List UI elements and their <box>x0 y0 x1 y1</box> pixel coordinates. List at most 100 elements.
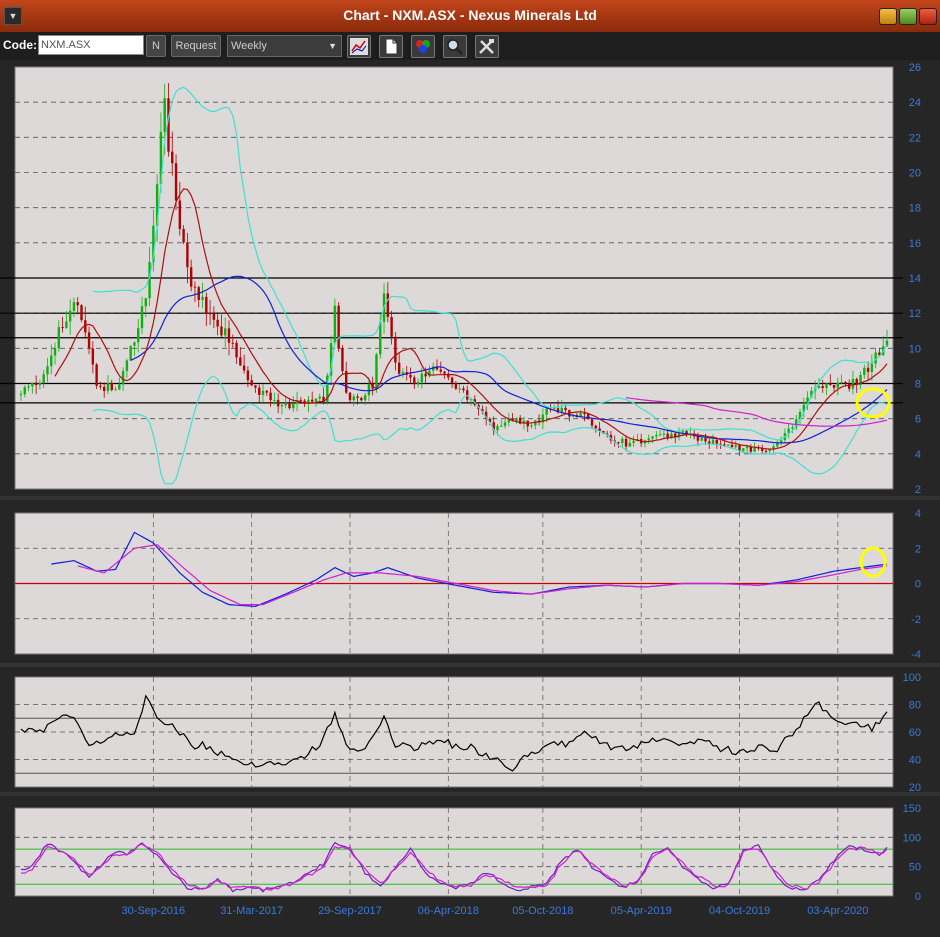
y-tick-label: 4 <box>915 449 921 461</box>
y-tick-label: 8 <box>915 379 921 391</box>
candle-body <box>27 386 30 388</box>
candle-body <box>201 296 204 301</box>
candle-body <box>208 313 212 315</box>
candle-body <box>764 450 768 452</box>
candle-body <box>239 357 242 366</box>
candle-body <box>171 151 174 164</box>
candle-body <box>224 328 227 336</box>
candle-body <box>31 382 34 387</box>
candle-body <box>72 302 76 311</box>
candle-body <box>420 373 424 383</box>
candle-body <box>745 446 749 449</box>
price-panel[interactable]: 2468101214161820222426 <box>0 62 921 496</box>
candle-body <box>61 327 64 329</box>
candle-body <box>50 355 53 367</box>
candle-body <box>99 385 102 387</box>
candle-body <box>273 399 276 401</box>
candle-body <box>530 425 533 427</box>
candle-body <box>284 402 287 406</box>
candle-body <box>662 433 666 435</box>
candle-body <box>779 440 783 443</box>
candle-body <box>632 440 635 443</box>
candle-body <box>379 321 382 355</box>
candle-body <box>375 354 378 389</box>
candle-body <box>496 426 499 431</box>
y-tick-label: 2 <box>915 484 921 496</box>
candle-body <box>587 413 590 420</box>
candle-body <box>829 383 832 385</box>
candle-body <box>19 394 23 396</box>
candle-body <box>292 403 295 409</box>
candle-body <box>700 438 703 441</box>
candle-body <box>825 383 828 388</box>
candle-body <box>594 425 598 429</box>
candle-body <box>258 387 261 395</box>
panel-splitter[interactable] <box>0 496 940 500</box>
macd-panel[interactable]: 4 2 0 -2 -4 <box>14 508 921 661</box>
y-tick-label: -2 <box>911 614 921 626</box>
candle-body <box>624 438 628 447</box>
candle-body <box>231 342 234 344</box>
x-tick-label: 05-Oct-2018 <box>512 905 573 917</box>
candle-body <box>42 374 45 383</box>
candle-body <box>34 382 38 386</box>
candle-body <box>299 400 303 402</box>
candle-body <box>57 327 61 349</box>
candle-body <box>844 381 847 384</box>
rsi-panel[interactable]: 10080604020 <box>14 672 921 794</box>
y-tick-label: 10 <box>909 343 921 355</box>
y-tick-label: 60 <box>909 727 921 739</box>
candle-body <box>352 396 355 401</box>
candle-body <box>205 296 208 314</box>
candle-body <box>386 293 390 318</box>
candle-body <box>337 305 340 349</box>
candle-body <box>348 392 352 401</box>
x-tick-label: 29-Sep-2017 <box>318 905 382 917</box>
y-tick-label: 100 <box>903 672 921 684</box>
candle-body <box>367 384 371 396</box>
candle-body <box>250 380 253 386</box>
candle-body <box>409 374 412 378</box>
panel-splitter[interactable] <box>0 663 940 667</box>
x-tick-label: 05-Apr-2019 <box>611 905 672 917</box>
candle-body <box>753 447 756 452</box>
candle-body <box>341 348 344 372</box>
candle-body <box>356 396 359 398</box>
candle-body <box>704 438 707 442</box>
candle-body <box>174 163 178 201</box>
y-tick-label: 150 <box>903 803 921 815</box>
candle-body <box>590 419 594 426</box>
chart-canvas: 2468101214161820222426 420-2-4 100806040… <box>0 62 921 917</box>
candle-body <box>87 332 91 349</box>
candle-body <box>53 348 57 356</box>
candle-body <box>318 396 321 399</box>
candle-body <box>140 306 144 329</box>
panel-splitter[interactable] <box>0 792 940 796</box>
candle-body <box>261 390 265 395</box>
y-tick-label: 40 <box>909 755 921 767</box>
candle-body <box>439 369 442 372</box>
y-tick-label: 12 <box>909 308 921 320</box>
candle-body <box>80 305 83 321</box>
candle-body <box>95 364 98 386</box>
candle-body <box>133 342 136 346</box>
stochastic-panel[interactable]: 150 100 50 0 30-Sep-2016 31-Mar-2017 29-Sep-20… <box>14 803 921 917</box>
candle-body <box>189 267 193 287</box>
candle-body <box>462 388 465 391</box>
candle-body <box>178 200 182 229</box>
candle-body <box>730 444 734 448</box>
candle-body <box>655 435 658 437</box>
y-tick-label: 0 <box>915 579 921 591</box>
candle-body <box>46 366 49 375</box>
candle-body <box>397 362 401 374</box>
candle-body <box>500 425 503 427</box>
candle-body <box>76 302 79 306</box>
y-tick-label: 26 <box>909 62 921 74</box>
candle-body <box>68 310 72 322</box>
candle-body <box>863 367 866 375</box>
x-tick-label: 03-Apr-2020 <box>807 905 868 917</box>
candle-body <box>390 317 393 337</box>
y-tick-label: 16 <box>909 238 921 250</box>
candle-body <box>628 442 632 447</box>
candle-body <box>821 386 824 388</box>
